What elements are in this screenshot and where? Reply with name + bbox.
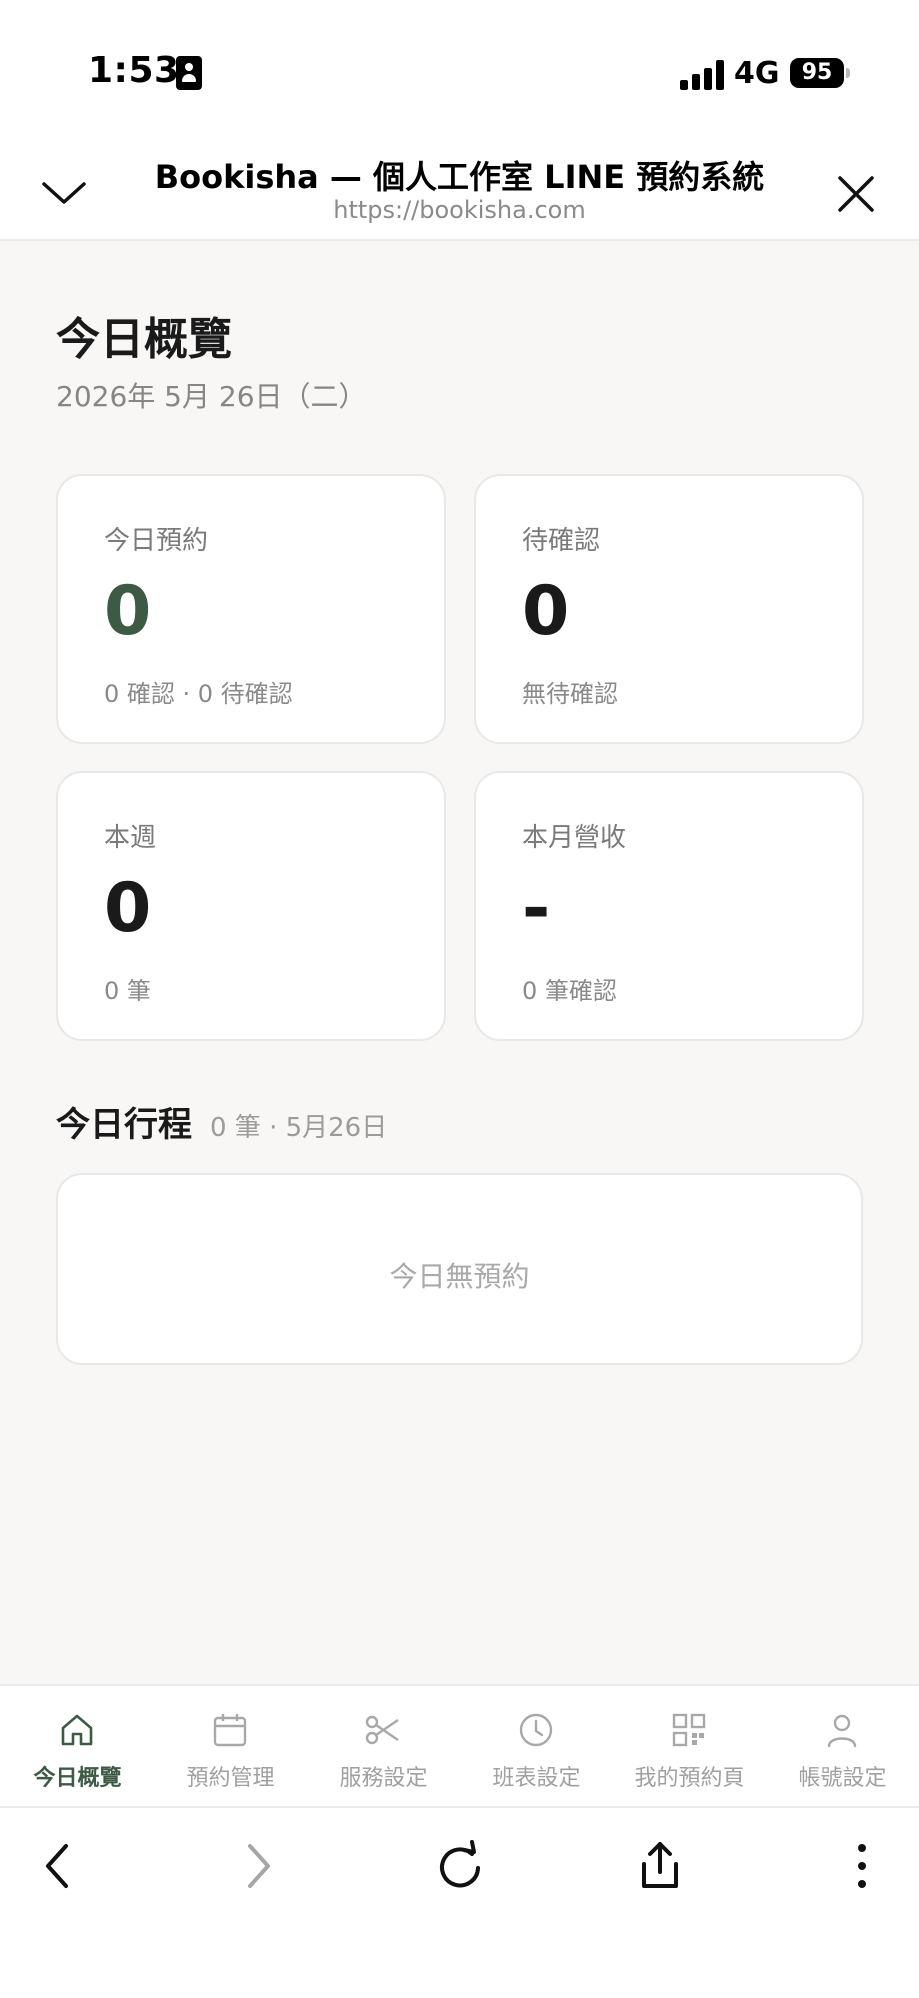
browser-header: Bookisha — 個人工作室 LINE 預約系統 https://booki… bbox=[0, 140, 919, 241]
card-pending[interactable]: 待確認 0 無待確認 bbox=[474, 474, 864, 744]
nav-label: 今日概覽 bbox=[33, 1766, 122, 1791]
nav-item-bookings[interactable]: 預約管理 bbox=[154, 1710, 307, 1791]
card-value: 0 bbox=[104, 572, 152, 651]
browser-url: https://bookisha.com bbox=[333, 196, 586, 224]
card-label: 本週 bbox=[104, 823, 157, 853]
card-today-bookings[interactable]: 今日預約 0 0 確認 · 0 待確認 bbox=[56, 474, 446, 744]
clock-icon bbox=[516, 1710, 556, 1750]
card-value: - bbox=[522, 869, 551, 948]
qr-code-icon bbox=[669, 1710, 709, 1750]
card-subtext: 0 筆 bbox=[104, 977, 151, 1005]
nav-label: 我的預約頁 bbox=[634, 1766, 745, 1791]
bottom-nav: 今日概覽 預約管理 服務設定 班表設定 我的預約頁 帳號設定 bbox=[0, 1684, 919, 1806]
nav-label: 預約管理 bbox=[186, 1766, 275, 1791]
nav-item-schedule[interactable]: 班表設定 bbox=[460, 1710, 613, 1791]
user-icon bbox=[822, 1710, 862, 1750]
id-card-icon bbox=[176, 56, 202, 90]
scissors-icon bbox=[363, 1710, 403, 1750]
nav-item-account[interactable]: 帳號設定 bbox=[766, 1710, 919, 1791]
browser-toolbar bbox=[0, 1806, 919, 1998]
card-value: 0 bbox=[522, 572, 570, 651]
nav-item-services[interactable]: 服務設定 bbox=[307, 1710, 460, 1791]
status-bar: 1:53 4G 95 bbox=[0, 0, 919, 140]
reload-icon[interactable] bbox=[430, 1836, 490, 1896]
chevron-down-icon[interactable] bbox=[38, 168, 90, 220]
network-type: 4G bbox=[734, 56, 780, 91]
card-monthly-revenue[interactable]: 本月營收 - 0 筆確認 bbox=[474, 771, 864, 1041]
calendar-icon bbox=[210, 1710, 250, 1750]
back-arrow-icon[interactable] bbox=[28, 1836, 88, 1896]
schedule-empty-card: 今日無預約 bbox=[56, 1173, 863, 1365]
card-label: 本月營收 bbox=[522, 823, 627, 853]
card-subtext: 0 確認 · 0 待確認 bbox=[104, 680, 293, 708]
home-icon bbox=[57, 1710, 97, 1750]
overview-date: 2026年 5月 26日（二） bbox=[56, 380, 367, 413]
card-this-week[interactable]: 本週 0 0 筆 bbox=[56, 771, 446, 1041]
battery-tip bbox=[846, 68, 850, 78]
battery-icon: 95 bbox=[790, 58, 844, 88]
browser-page-title: Bookisha — 個人工作室 LINE 預約系統 bbox=[154, 158, 765, 196]
card-label: 今日預約 bbox=[104, 526, 209, 556]
card-subtext: 0 筆確認 bbox=[522, 977, 617, 1005]
forward-arrow-icon[interactable] bbox=[228, 1836, 288, 1896]
page-title: 今日概覽 bbox=[56, 314, 232, 365]
status-time: 1:53 bbox=[88, 50, 180, 91]
cellular-signal-icon bbox=[680, 60, 724, 90]
schedule-meta: 0 筆 · 5月26日 bbox=[210, 1113, 388, 1143]
nav-label: 服務設定 bbox=[339, 1766, 428, 1791]
nav-label: 班表設定 bbox=[492, 1766, 581, 1791]
card-label: 待確認 bbox=[522, 526, 601, 556]
nav-item-my-booking-page[interactable]: 我的預約頁 bbox=[613, 1710, 766, 1791]
nav-label: 帳號設定 bbox=[798, 1766, 887, 1791]
main-content: 今日概覽 2026年 5月 26日（二） 今日預約 0 0 確認 · 0 待確認… bbox=[0, 241, 919, 1684]
close-icon[interactable] bbox=[830, 168, 882, 220]
share-icon[interactable] bbox=[630, 1836, 690, 1896]
card-value: 0 bbox=[104, 869, 152, 948]
more-vertical-icon[interactable] bbox=[832, 1836, 892, 1896]
empty-state-text: 今日無預約 bbox=[389, 1260, 530, 1293]
card-subtext: 無待確認 bbox=[522, 680, 618, 708]
nav-item-overview[interactable]: 今日概覽 bbox=[1, 1710, 154, 1791]
schedule-title: 今日行程 bbox=[56, 1105, 192, 1145]
